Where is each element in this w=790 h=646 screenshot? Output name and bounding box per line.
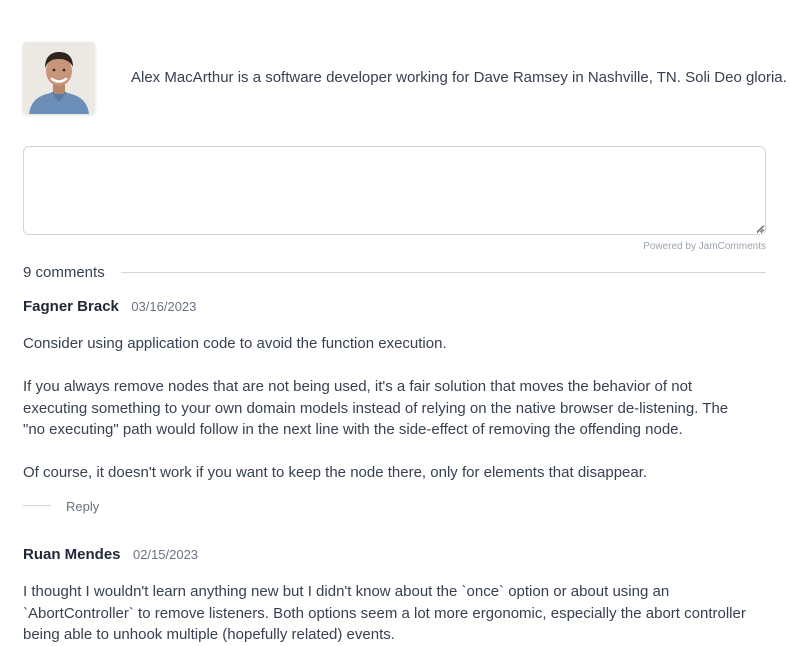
comments-count-row: 9 comments [23,263,766,281]
comment-header: Fagner Brack 03/16/2023 [23,298,753,318]
author-avatar [23,42,95,114]
comment-body: Consider using application code to avoid… [23,333,753,355]
comment-author: Fagner Brack [23,298,119,315]
reply-button[interactable]: Reply [66,499,99,514]
comment-paragraph: If you always remove nodes that are not … [23,378,729,438]
comment-body: If you always remove nodes that are not … [23,376,753,441]
comment-item: Fagner Brack 03/16/2023 [23,298,753,318]
comment-paragraph: I thought I wouldn't learn anything new … [23,583,746,643]
author-bio: Alex MacArthur is a software developer w… [23,42,787,114]
divider [121,272,766,273]
comment-date: 02/15/2023 [132,547,199,562]
comment-author: Ruan Mendes [23,546,121,563]
comments-count: 9 comments [23,264,105,281]
comment-paragraph: Of course, it doesn't work if you want t… [23,464,648,481]
comment-paragraph: Consider using application code to avoid… [23,335,447,352]
comment-date: 03/16/2023 [131,299,197,314]
comment-body: Of course, it doesn't work if you want t… [23,462,753,484]
comment-item: Ruan Mendes 02/15/2023 [23,546,753,566]
divider [23,505,51,506]
comment-body: I thought I wouldn't learn anything new … [23,581,753,646]
resize-handle-icon[interactable] [756,225,764,233]
comment-input[interactable] [23,146,766,235]
comment-header: Ruan Mendes 02/15/2023 [23,546,753,566]
reply-row: Reply [23,499,223,515]
bio-text: Alex MacArthur is a software developer w… [131,69,787,86]
powered-by-link[interactable]: Powered by JamComments [643,241,766,252]
